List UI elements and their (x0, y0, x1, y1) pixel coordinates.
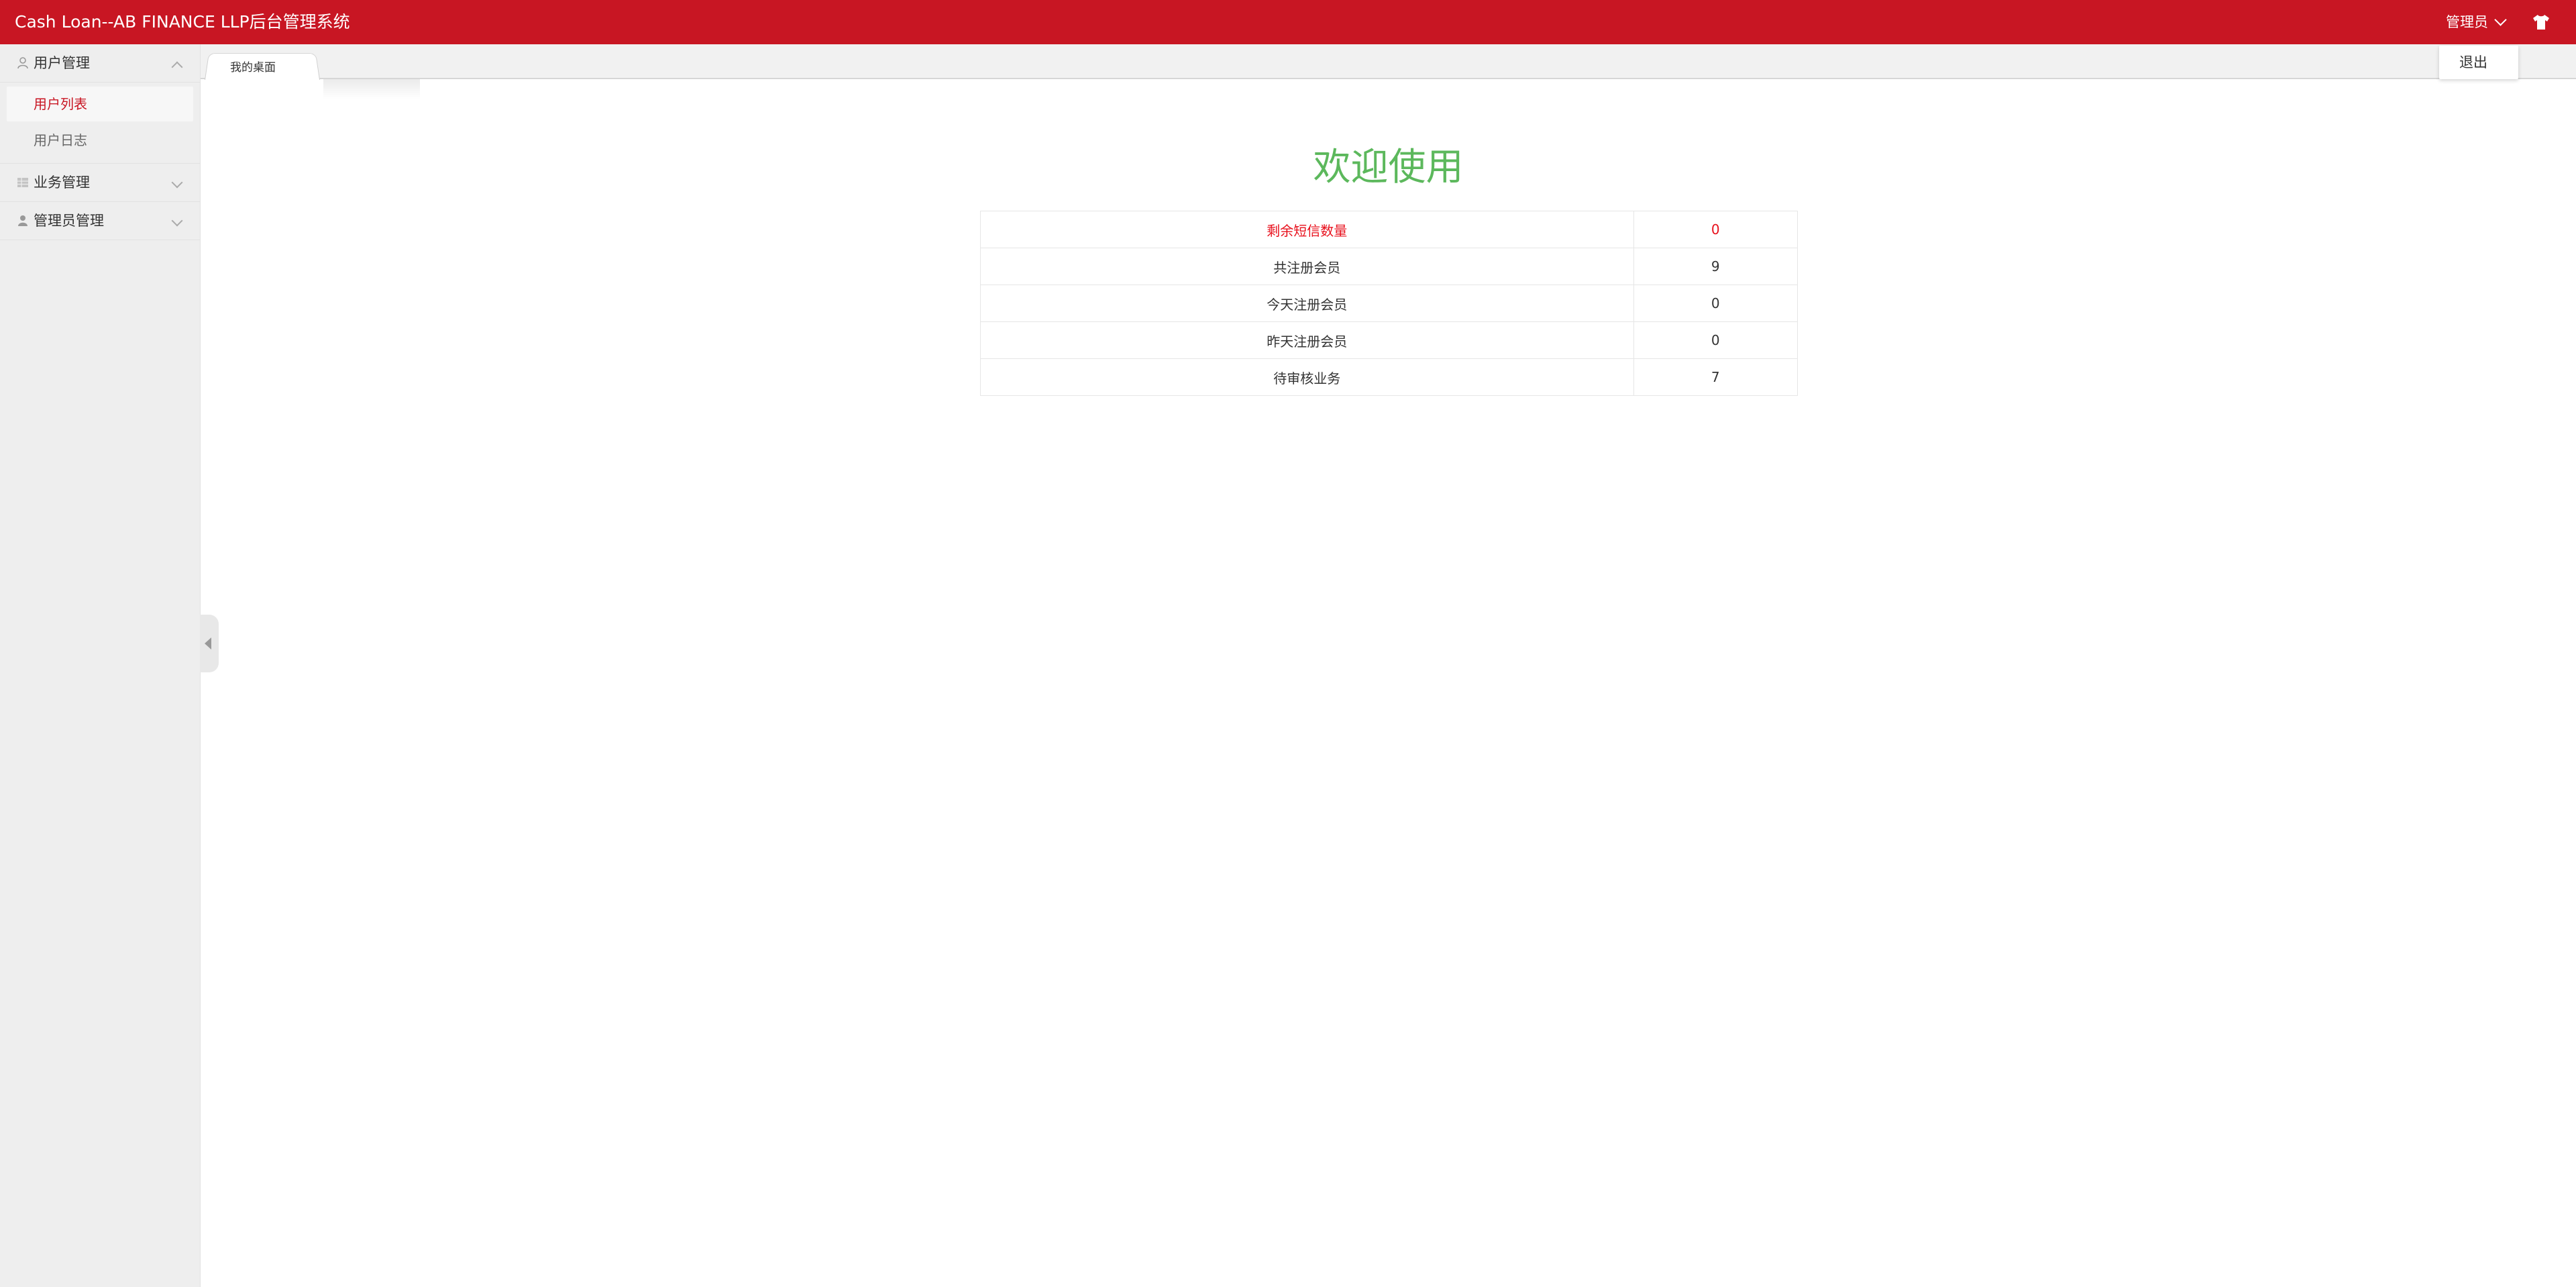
stats-table: 剩余短信数量 0 共注册会员 9 今天注册会员 0 昨天注册会员 0 待审核业务… (980, 211, 1799, 396)
user-solid-icon (18, 215, 28, 226)
stat-value: 0 (1633, 285, 1799, 322)
menu-head-business-management[interactable]: 业务管理 (0, 164, 200, 202)
stat-label: 共注册会员 (980, 248, 1634, 285)
stat-label: 剩余短信数量 (980, 211, 1634, 248)
chevron-down-icon (2494, 13, 2507, 26)
table-row: 待审核业务 7 (980, 358, 1799, 396)
stat-value: 0 (1633, 211, 1799, 248)
user-menu-label: 管理员 (2446, 14, 2488, 30)
user-dropdown: 退出 (2439, 46, 2518, 79)
chevron-up-icon (171, 61, 183, 73)
submenu-user-management: 用户列表 用户日志 (0, 83, 200, 164)
tab-bar: 我的桌面 (201, 44, 2576, 80)
stat-value: 7 (1633, 358, 1799, 396)
stat-value: 0 (1633, 321, 1799, 359)
table-row: 剩余短信数量 0 (980, 211, 1799, 248)
welcome-heading: 欢迎使用 (1313, 146, 1464, 189)
stat-label: 今天注册会员 (980, 285, 1634, 322)
chevron-down-icon (171, 215, 183, 227)
menu-head-label: 业务管理 (34, 174, 90, 191)
logout-menu-item[interactable]: 退出 (2439, 46, 2518, 79)
menu-group-admin-management: 管理员管理 (0, 202, 200, 240)
table-row: 今天注册会员 0 (980, 285, 1799, 322)
menu-head-label: 管理员管理 (34, 213, 104, 229)
menu-head-admin-management[interactable]: 管理员管理 (0, 202, 200, 240)
user-outline-icon (17, 57, 28, 69)
stat-label: 昨天注册会员 (980, 321, 1634, 359)
menu-group-user-management: 用户管理 用户列表 用户日志 (0, 44, 200, 164)
app-title: Cash Loan--AB FINANCE LLP后台管理系统 (15, 12, 350, 32)
menu-group-business-management: 业务管理 (0, 164, 200, 202)
sidebar-item-user-log[interactable]: 用户日志 (7, 123, 193, 158)
tab-my-desktop[interactable]: 我的桌面 (230, 58, 276, 74)
main-content: 欢迎使用 剩余短信数量 0 共注册会员 9 今天注册会员 0 昨天注册会员 0 … (201, 79, 2576, 1287)
top-header: Cash Loan--AB FINANCE LLP后台管理系统 管理员 (0, 0, 2576, 44)
stat-value: 9 (1633, 248, 1799, 285)
user-menu[interactable]: 管理员 (2446, 0, 2507, 44)
table-row: 昨天注册会员 0 (980, 321, 1799, 359)
sidebar: 用户管理 用户列表 用户日志 业务管理 管理员管理 (0, 44, 201, 1287)
stat-label: 待审核业务 (980, 358, 1634, 396)
menu-head-user-management[interactable]: 用户管理 (0, 44, 200, 83)
tshirt-icon[interactable] (2532, 13, 2551, 31)
menu-head-label: 用户管理 (34, 55, 90, 71)
table-row: 共注册会员 9 (980, 248, 1799, 285)
chevron-down-icon (171, 176, 183, 189)
grid-icon (17, 178, 28, 187)
sidebar-item-user-list[interactable]: 用户列表 (7, 87, 193, 121)
